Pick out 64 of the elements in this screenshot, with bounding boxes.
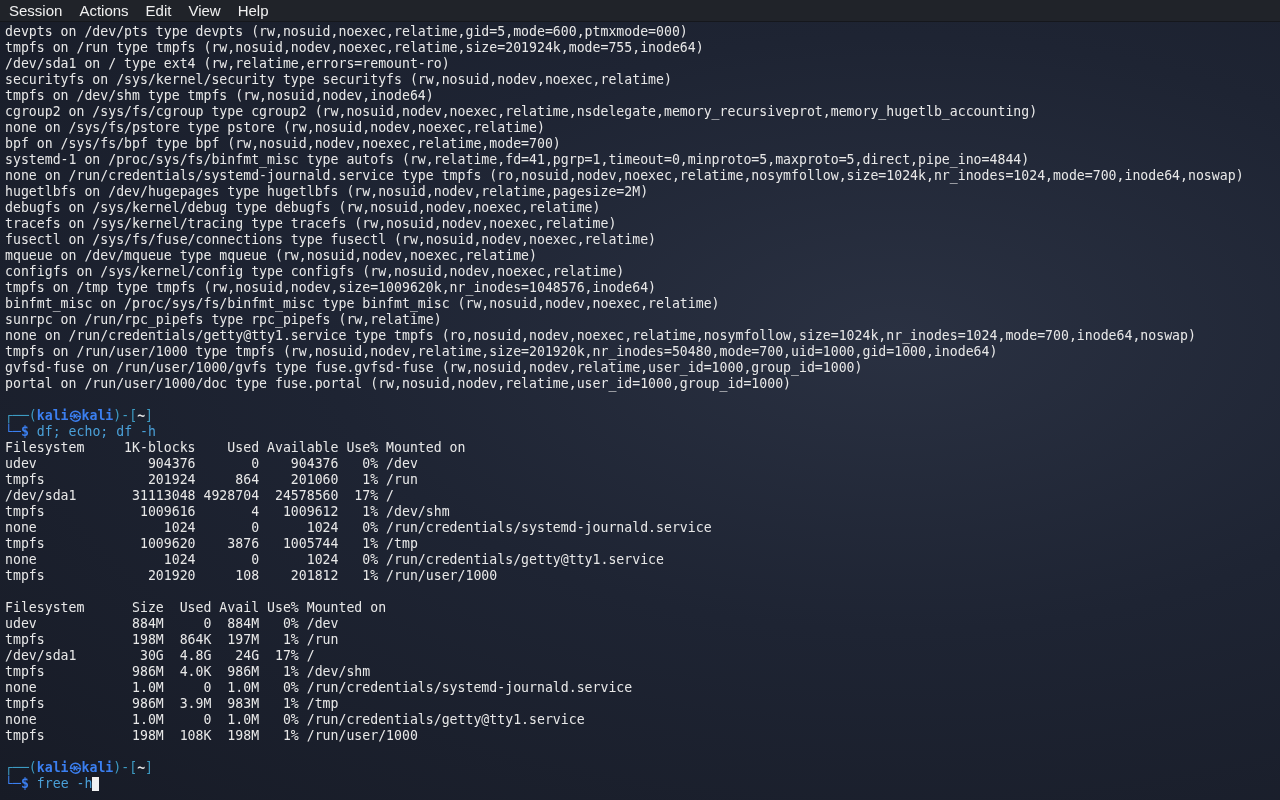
output-line: mqueue on /dev/mqueue type mqueue (rw,nosuid,nodev,noexec,relatime) <box>5 248 538 264</box>
prompt-frame: ┌──( <box>5 760 37 776</box>
prompt-frame: ] <box>145 408 154 424</box>
output-line: udev 884M 0 884M 0% /dev <box>5 616 340 632</box>
prompt-symbol: └─$ <box>5 776 29 792</box>
menu-item[interactable]: Actions <box>74 0 134 21</box>
output-line: binfmt_misc on /proc/sys/fs/binfmt_misc type binfmt_misc (rw,nosuid,nodev,noexec,relatime) <box>5 296 721 312</box>
output-line: portal on /run/user/1000/doc type fuse.portal (rw,nosuid,nodev,relatime,user_id=1000,group_id=1000) <box>5 376 792 392</box>
command-text: free -h <box>36 776 93 792</box>
prompt-frame: )-[ <box>113 760 138 776</box>
prompt-at-sign: ㉿ <box>68 760 82 776</box>
output-line: udev 904376 0 904376 0% /dev <box>5 456 419 472</box>
prompt-frame: ] <box>145 760 154 776</box>
output-line: tracefs on /sys/kernel/tracing type tracefs (rw,nosuid,nodev,noexec,relatime) <box>5 216 618 232</box>
output-line: none on /run/credentials/systemd-journald.service type tmpfs (ro,nosuid,nodev,noexec,relatime,nosymfollow,size=1024k,nr_inodes=1024,mode=700,inode64,noswap) <box>5 168 1245 184</box>
output-line: tmpfs on /run type tmpfs (rw,nosuid,nodev,noexec,relatime,size=201924k,mode=755,inode64) <box>5 40 705 56</box>
output-line: hugetlbfs on /dev/hugepages type hugetlbfs (rw,nosuid,nodev,relatime,pagesize=2M) <box>5 184 650 200</box>
prompt-symbol: └─$ <box>5 424 29 440</box>
output-line: systemd-1 on /proc/sys/fs/binfmt_misc type autofs (rw,relatime,fd=41,pgrp=1,timeout=0,minproto=5,maxproto=5,direct,pipe_ino=4844) <box>5 152 1031 168</box>
prompt-user: kali <box>36 408 69 424</box>
prompt-directory: ~ <box>137 760 146 776</box>
output-line: none on /run/credentials/getty@tty1.service type tmpfs (ro,nosuid,nodev,noexec,relatime,nosymfollow,size=1024k,nr_inodes=1024,mode=700,inode64,noswap) <box>5 328 1197 344</box>
output-line: debugfs on /sys/kernel/debug type debugfs (rw,nosuid,nodev,noexec,relatime) <box>5 200 602 216</box>
output-line: /dev/sda1 31113048 4928704 24578560 17% / <box>5 488 396 504</box>
prompt-directory: ~ <box>137 408 146 424</box>
output-line: bpf on /sys/fs/bpf type bpf (rw,nosuid,nodev,noexec,relatime,mode=700) <box>5 136 562 152</box>
output-line: none 1024 0 1024 0% /run/credentials/getty@tty1.service <box>5 552 665 568</box>
output-line: fusectl on /sys/fs/fuse/connections type fusectl (rw,nosuid,nodev,noexec,relatime) <box>5 232 658 248</box>
output-line: /dev/sda1 30G 4.8G 24G 17% / <box>5 648 316 664</box>
menu-item[interactable]: Edit <box>140 0 177 21</box>
output-line: sunrpc on /run/rpc_pipefs type rpc_pipefs (rw,relatime) <box>5 312 443 328</box>
output-line: tmpfs 198M 108K 198M 1% /run/user/1000 <box>5 728 419 744</box>
output-line: securityfs on /sys/kernel/security type securityfs (rw,nosuid,nodev,noexec,relatime) <box>5 72 673 88</box>
output-line: devpts on /dev/pts type devpts (rw,nosuid,noexec,relatime,gid=5,mode=600,ptmxmode=000) <box>5 24 689 40</box>
output-line: Filesystem 1K-blocks Used Available Use% Mounted on <box>5 440 467 456</box>
menu-item[interactable]: View <box>183 0 226 21</box>
output-line: /dev/sda1 on / type ext4 (rw,relatime,errors=remount-ro) <box>5 56 451 72</box>
output-line: tmpfs 986M 4.0K 986M 1% /dev/shm <box>5 664 372 680</box>
prompt-host: kali <box>81 760 114 776</box>
output-line: tmpfs 1009616 4 1009612 1% /dev/shm <box>5 504 451 520</box>
output-line: none 1.0M 0 1.0M 0% /run/credentials/getty@tty1.service <box>5 712 586 728</box>
menu-item[interactable]: Session <box>4 0 68 21</box>
output-line: tmpfs on /tmp type tmpfs (rw,nosuid,nodev,size=1009620k,nr_inodes=1048576,inode64) <box>5 280 658 296</box>
output-line: tmpfs on /dev/shm type tmpfs (rw,nosuid,nodev,inode64) <box>5 88 435 104</box>
output-line: cgroup2 on /sys/fs/cgroup type cgroup2 (rw,nosuid,nodev,noexec,relatime,nsdelegate,memory_recursiveprot,memory_hugetlb_accounting) <box>5 104 1039 120</box>
command-text: df; echo; df -h <box>36 424 156 440</box>
prompt-user: kali <box>36 760 69 776</box>
output-line: tmpfs 986M 3.9M 983M 1% /tmp <box>5 696 340 712</box>
prompt-at-sign: ㉿ <box>68 408 82 424</box>
output-line: none 1.0M 0 1.0M 0% /run/credentials/systemd-journald.service <box>5 680 634 696</box>
output-line: configfs on /sys/kernel/config type configfs (rw,nosuid,nodev,noexec,relatime) <box>5 264 626 280</box>
output-line: none 1024 0 1024 0% /run/credentials/systemd-journald.service <box>5 520 713 536</box>
output-line: none on /sys/fs/pstore type pstore (rw,nosuid,nodev,noexec,relatime) <box>5 120 546 136</box>
output-line: Filesystem Size Used Avail Use% Mounted on <box>5 600 388 616</box>
prompt-host: kali <box>81 408 114 424</box>
prompt-frame: )-[ <box>113 408 138 424</box>
output-line: tmpfs 201924 864 201060 1% /run <box>5 472 419 488</box>
output-line: tmpfs 1009620 3876 1005744 1% /tmp <box>5 536 419 552</box>
output-line: tmpfs 198M 864K 197M 1% /run <box>5 632 340 648</box>
prompt-frame: ┌──( <box>5 408 37 424</box>
menu-item[interactable]: Help <box>232 0 274 21</box>
output-line: tmpfs 201920 108 201812 1% /run/user/1000 <box>5 568 499 584</box>
output-line: gvfsd-fuse on /run/user/1000/gvfs type fuse.gvfsd-fuse (rw,nosuid,nodev,relatime,user_id=1000,group_id=1000) <box>5 360 864 376</box>
output-line: tmpfs on /run/user/1000 type tmpfs (rw,nosuid,nodev,relatime,size=201920k,nr_inodes=50480,mode=700,uid=1000,gid=1000,inode64) <box>5 344 999 360</box>
